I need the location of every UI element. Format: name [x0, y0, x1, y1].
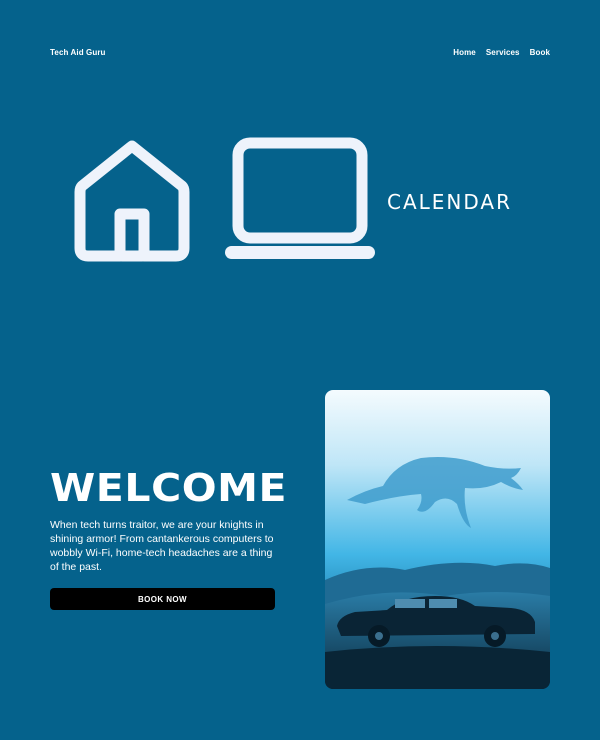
welcome-title: WELCOME: [50, 466, 288, 510]
nav-home-link[interactable]: Home: [453, 48, 476, 57]
top-bar: Tech Aid Guru Home Services Book: [50, 48, 550, 57]
brand-name[interactable]: Tech Aid Guru: [50, 48, 106, 57]
main-nav: Home Services Book: [453, 48, 550, 57]
home-icon: [74, 140, 190, 262]
nav-services-link[interactable]: Services: [486, 48, 520, 57]
whale-car-image: [325, 390, 550, 689]
welcome-text: When tech turns traitor, we are your kni…: [50, 519, 274, 573]
book-now-button[interactable]: BOOK NOW: [50, 588, 275, 610]
nav-book-link[interactable]: Book: [530, 48, 550, 57]
calendar-label[interactable]: CALENDAR: [387, 190, 512, 214]
laptop-icon: [225, 137, 375, 259]
